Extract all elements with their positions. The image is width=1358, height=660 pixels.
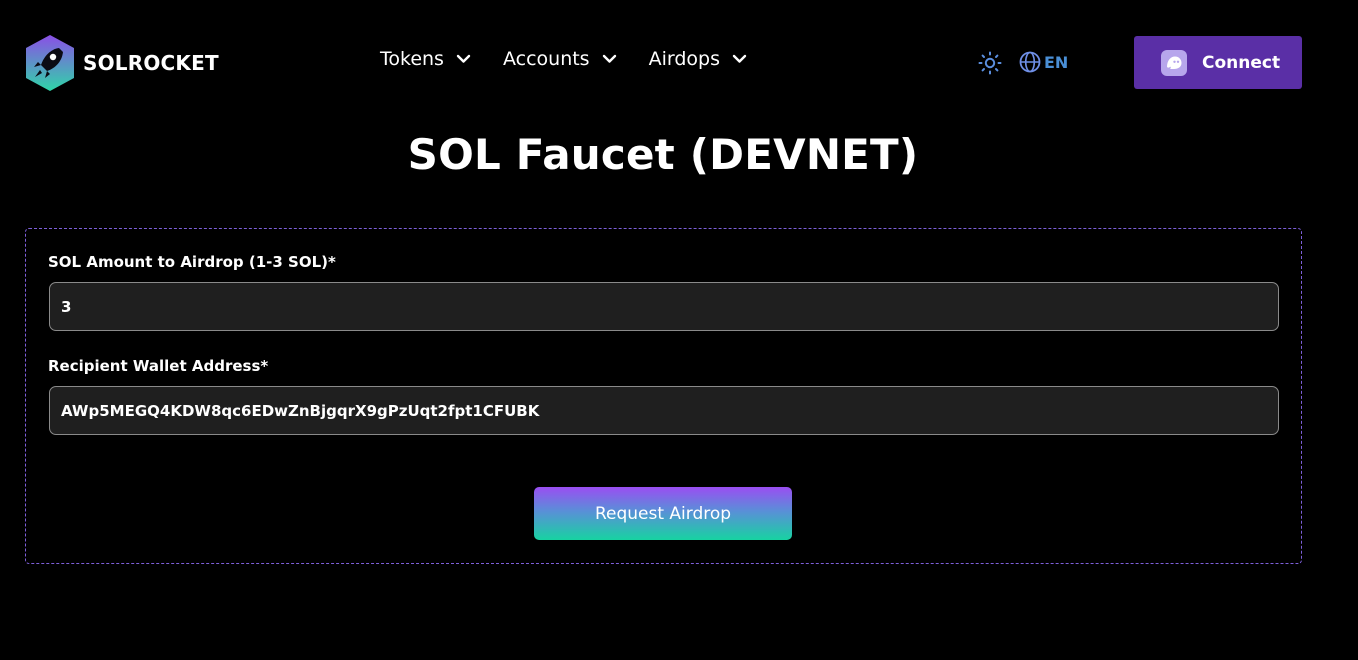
amount-input[interactable] — [49, 282, 1279, 331]
globe-icon — [1019, 51, 1041, 73]
amount-label: SOL Amount to Airdrop (1-3 SOL)* — [48, 253, 336, 271]
airdrop-form: SOL Amount to Airdrop (1-3 SOL)* Recipie… — [25, 228, 1302, 564]
chevron-down-icon — [602, 54, 616, 63]
ghost-wallet-icon — [1161, 49, 1187, 76]
nav-item-tokens[interactable]: Tokens — [380, 48, 471, 70]
chevron-down-icon — [456, 54, 471, 63]
nav-item-label: Airdops — [648, 48, 720, 70]
nav-item-airdops[interactable]: Airdops — [649, 48, 747, 70]
nav-item-accounts[interactable]: Accounts — [503, 48, 617, 70]
request-airdrop-button[interactable]: Request Airdrop — [534, 487, 792, 540]
top-header: SOLROCKET Tokens Accounts Airdops EN Con… — [0, 0, 1358, 125]
sun-icon[interactable] — [978, 51, 1002, 75]
nav-item-label: Accounts — [502, 48, 590, 70]
connect-wallet-button[interactable]: Connect — [1134, 36, 1302, 89]
recipient-label: Recipient Wallet Address* — [48, 357, 269, 375]
page-title: SOL Faucet (DEVNET) — [407, 130, 919, 179]
main-nav: Tokens Accounts Airdops — [380, 48, 747, 70]
brand-name: SOLROCKET — [83, 51, 219, 75]
rocket-logo-icon — [26, 35, 74, 91]
connect-label: Connect — [1202, 52, 1281, 73]
nav-item-label: Tokens — [380, 48, 444, 70]
recipient-address-input[interactable] — [49, 386, 1279, 435]
page: SOLROCKET Tokens Accounts Airdops EN Con… — [0, 0, 1358, 660]
language-selector[interactable]: EN — [1019, 51, 1068, 73]
chevron-down-icon — [732, 54, 747, 63]
language-label: EN — [1044, 52, 1069, 72]
brand-logo[interactable]: SOLROCKET — [24, 34, 219, 92]
